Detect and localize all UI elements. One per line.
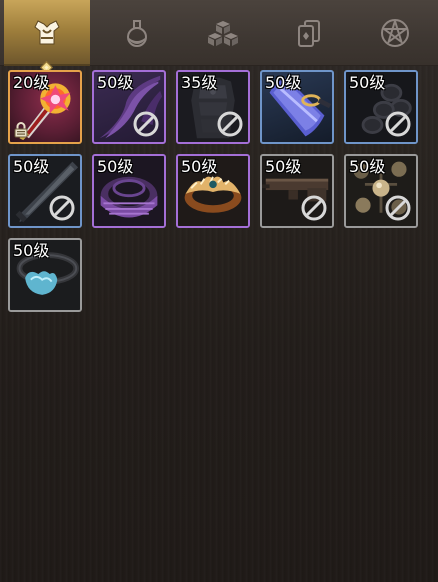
inventory-slot[interactable]: 50级 (92, 154, 166, 228)
inventory-slot[interactable]: 50级 (260, 70, 334, 144)
inventory-slot[interactable]: 50级 (176, 154, 250, 228)
inventory-grid: 20级 50级 35级 50级 50级 50级 50级 50级 50级 50级 … (8, 70, 436, 312)
item-level-label: 50级 (265, 157, 302, 176)
inventory-slot[interactable]: 50级 (344, 154, 418, 228)
item-level-label: 50级 (13, 157, 50, 176)
lock-icon (14, 122, 28, 138)
cubes-icon (208, 21, 238, 46)
tab-pentagram[interactable] (352, 0, 438, 66)
inventory-slot[interactable]: 50级 (8, 238, 82, 312)
item-level-label: 20级 (13, 73, 50, 92)
inventory-slot[interactable]: 50级 (8, 154, 82, 228)
item-level-label: 35级 (181, 73, 218, 92)
restricted-icon (301, 195, 327, 221)
tab-equipment[interactable] (4, 0, 90, 74)
restricted-icon (49, 195, 75, 221)
item-level-label: 50级 (181, 157, 218, 176)
armor-icon (34, 20, 60, 45)
tab-cards[interactable] (266, 0, 352, 66)
inventory-slot[interactable]: 20级 (8, 70, 82, 144)
tab-materials[interactable] (180, 0, 266, 66)
item-level-label: 50级 (349, 157, 386, 176)
restricted-icon (133, 111, 159, 137)
inventory-slot[interactable]: 50级 (344, 70, 418, 144)
inventory-slot[interactable]: 50级 (260, 154, 334, 228)
item-level-label: 50级 (349, 73, 386, 92)
restricted-icon (385, 195, 411, 221)
item-level-label: 50级 (13, 241, 50, 260)
item-level-label: 50级 (97, 157, 134, 176)
cards-icon (298, 20, 320, 47)
restricted-icon (385, 111, 411, 137)
tab-potion[interactable] (94, 0, 180, 66)
category-tab-bar (0, 0, 438, 74)
potion-icon (127, 20, 147, 47)
pentagram-icon (381, 19, 409, 47)
inventory-slot[interactable]: 50级 (92, 70, 166, 144)
item-level-label: 50级 (265, 73, 302, 92)
inventory-slot[interactable]: 35级 (176, 70, 250, 144)
restricted-icon (217, 111, 243, 137)
item-level-label: 50级 (97, 73, 134, 92)
